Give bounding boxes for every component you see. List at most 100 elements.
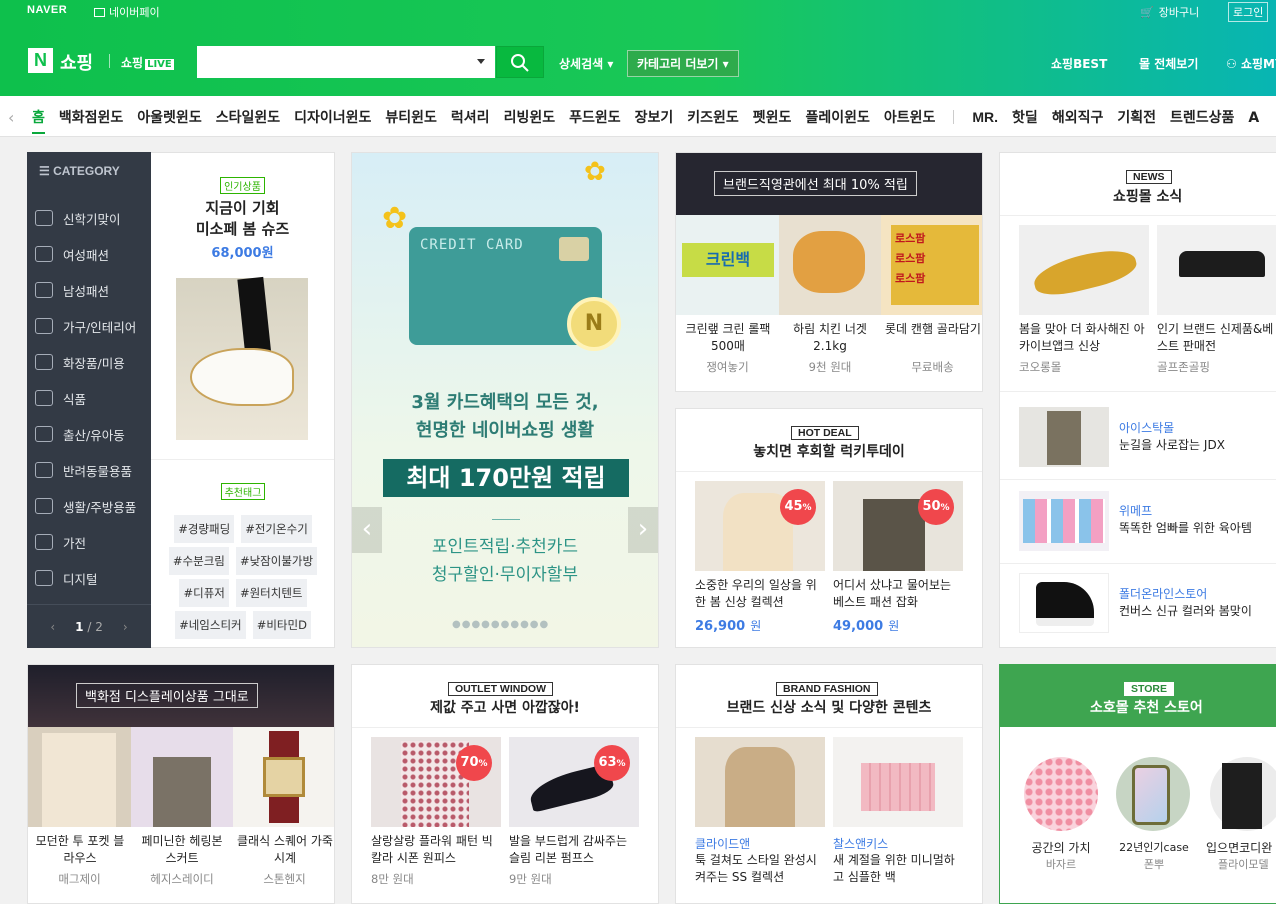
nav-item[interactable]: 스타일윈도 xyxy=(216,110,280,126)
nav-item[interactable]: 뷰티윈도 xyxy=(385,110,437,126)
nav-item[interactable]: 플레이윈도 xyxy=(805,110,869,126)
nav-item[interactable]: 핫딜 xyxy=(1012,110,1038,126)
nav-item[interactable]: 펫윈도 xyxy=(753,110,792,126)
card-benefit-banner[interactable]: ✿ ✿ CREDIT CARD N 3월 카드혜택의 모든 것, 현명한 네이버쇼… xyxy=(351,152,659,648)
tag-item[interactable]: #전기온수기 xyxy=(241,515,312,543)
product-image[interactable] xyxy=(28,727,131,827)
category-item[interactable]: 출산/유아동 xyxy=(27,416,151,452)
shop-name[interactable]: 찰스앤키스 xyxy=(833,835,888,852)
product-image[interactable] xyxy=(695,737,825,827)
product-name[interactable]: 살랑살랑 플라워 패턴 빅 칼라 시폰 원피스 xyxy=(371,833,503,867)
category-more-button[interactable]: 카테고리 더보기 ▾ xyxy=(627,50,739,77)
nav-item[interactable]: 아트윈도 xyxy=(884,110,936,126)
nav-item[interactable]: 장보기 xyxy=(635,110,674,126)
search-input[interactable] xyxy=(197,46,495,78)
news-item-name[interactable]: 봄을 맞아 더 화사해진 아카이브앱크 신상 xyxy=(1019,321,1149,355)
nav-item[interactable]: 리빙윈도 xyxy=(504,110,556,126)
store-image[interactable] xyxy=(1210,757,1276,831)
product-desc[interactable]: 소중한 우리의 일상을 위한 봄 신상 컬렉션 xyxy=(695,577,827,611)
product-name[interactable]: 하림 치킨 너겟 2.1kg xyxy=(783,321,877,355)
category-item[interactable]: 신학기맞이 xyxy=(27,200,151,236)
nav-item[interactable]: 아울렛윈도 xyxy=(137,110,201,126)
store-name[interactable]: 입으면코디완 xyxy=(1206,839,1276,856)
nav-item[interactable]: 트렌드상품 xyxy=(1170,110,1234,126)
nav-item[interactable]: 기획전 xyxy=(1117,110,1156,126)
product-image[interactable] xyxy=(1019,225,1149,315)
prev-slide-button[interactable]: ‹ xyxy=(352,507,382,553)
next-slide-button[interactable]: › xyxy=(628,507,658,553)
chevron-left-icon[interactable]: ‹ xyxy=(8,108,14,127)
product-image[interactable] xyxy=(1157,225,1276,315)
mall-all-link[interactable]: 몰 전체보기 xyxy=(1139,55,1198,72)
shop-name[interactable]: 아이스탁몰 xyxy=(1119,419,1174,436)
category-item[interactable]: 가구/인테리어 xyxy=(27,308,151,344)
product-name[interactable]: 클래식 스퀘어 가죽 시계 xyxy=(237,833,333,867)
slide-indicator[interactable]: ●●●●●●●●●● xyxy=(452,619,549,630)
product-image[interactable] xyxy=(1019,573,1109,633)
product-image[interactable]: 로스팜 로스팜 로스팜 xyxy=(881,215,982,315)
search-button[interactable] xyxy=(496,46,544,78)
naverpay-link[interactable]: 네이버페이 xyxy=(94,4,160,20)
shop-name[interactable]: 위메프 xyxy=(1119,502,1152,519)
shopping-my-link[interactable]: ⚇ 쇼핑MY xyxy=(1226,55,1276,72)
product-image[interactable] xyxy=(833,737,963,827)
nav-item[interactable]: 푸드윈도 xyxy=(569,110,621,126)
tag-item[interactable]: #원터치텐트 xyxy=(235,579,307,607)
category-item[interactable]: 여성패션 xyxy=(27,236,151,272)
product-image[interactable] xyxy=(131,727,233,827)
category-item[interactable]: 반려동물용품 xyxy=(27,452,151,488)
product-image[interactable] xyxy=(1019,491,1109,551)
product-name[interactable]: 모던한 투 포켓 블라우스 xyxy=(32,833,128,867)
nav-item[interactable]: 백화점윈도 xyxy=(59,110,123,126)
nav-item[interactable]: 키즈윈도 xyxy=(687,110,739,126)
tag-item[interactable]: #수분크림 xyxy=(168,547,229,575)
shopping-logo-text[interactable]: 쇼핑 xyxy=(60,49,93,75)
product-name[interactable]: 롯데 캔햄 골라담기 xyxy=(885,321,981,338)
chevron-right-icon[interactable]: › xyxy=(123,620,128,634)
naver-logo[interactable]: N xyxy=(28,48,53,73)
nav-item-mr[interactable]: MR. xyxy=(972,109,998,125)
product-image[interactable] xyxy=(1019,407,1109,467)
cart-link[interactable]: 🛒 장바구니 xyxy=(1140,4,1199,20)
popular-product-card[interactable]: 인기상품 지금이 기회 미소페 봄 슈즈 68,000원 추천태그 #경량패딩 #… xyxy=(151,152,335,648)
product-name[interactable]: 발을 부드럽게 감싸주는 슬림 리본 펌프스 xyxy=(509,833,641,867)
login-button[interactable]: 로그인 xyxy=(1228,2,1269,22)
category-item[interactable]: 식품 xyxy=(27,380,151,416)
nav-item[interactable]: 해외직구 xyxy=(1052,110,1104,126)
news-item-name[interactable]: 인기 브랜드 신제품&베스트 판매전 xyxy=(1157,321,1276,355)
chevron-down-icon[interactable] xyxy=(477,59,485,68)
store-image[interactable] xyxy=(1024,757,1098,831)
naver-link[interactable]: NAVER xyxy=(27,4,67,16)
brand-fashion-title: 브랜드 신상 소식 및 다양한 콘텐츠 xyxy=(726,700,932,716)
brand-store-card: 브랜드직영관에선 최대 10% 적립 크린백 로스팜 로스팜 로스팜 크린랲 크린 … xyxy=(675,152,983,392)
product-name[interactable]: 페미닌한 헤링본 스커트 xyxy=(135,833,229,867)
shopping-live-link[interactable]: 쇼핑 LIVE xyxy=(121,54,174,71)
product-image[interactable]: 크린백 xyxy=(676,215,779,315)
shopping-best-link[interactable]: 쇼핑BEST xyxy=(1051,55,1107,72)
store-name[interactable]: 22년인기case xyxy=(1104,839,1204,855)
tag-item[interactable]: #네임스티커 xyxy=(175,611,246,639)
category-item[interactable]: 디지털 xyxy=(27,560,151,596)
nav-item[interactable]: A xyxy=(1248,110,1259,126)
tag-item[interactable]: #낮잠이불가방 xyxy=(235,547,318,575)
category-item[interactable]: 생활/주방용품 xyxy=(27,488,151,524)
tag-item[interactable]: #경량패딩 xyxy=(174,515,235,543)
product-image[interactable] xyxy=(233,727,334,827)
store-image[interactable] xyxy=(1116,757,1190,831)
shop-name[interactable]: 폴더온라인스토어 xyxy=(1119,585,1207,602)
product-desc[interactable]: 어디서 샀냐고 물어보는 베스트 패션 잡화 xyxy=(833,577,965,611)
chevron-left-icon[interactable]: ‹ xyxy=(50,620,55,634)
nav-item-home[interactable]: 홈 xyxy=(32,110,45,134)
category-item[interactable]: 남성패션 xyxy=(27,272,151,308)
product-name[interactable]: 크린랲 크린 롤팩 500매 xyxy=(680,321,776,355)
nav-item[interactable]: 럭셔리 xyxy=(451,110,490,126)
tag-item[interactable]: #디퓨저 xyxy=(179,579,229,607)
advanced-search-link[interactable]: 상세검색 ▾ xyxy=(559,55,613,72)
product-image[interactable] xyxy=(779,215,881,315)
category-item[interactable]: 가전 xyxy=(27,524,151,560)
divider xyxy=(109,54,110,68)
nav-item[interactable]: 디자이너윈도 xyxy=(294,110,371,126)
category-item[interactable]: 화장품/미용 xyxy=(27,344,151,380)
shop-name[interactable]: 클라이드앤 xyxy=(695,835,750,852)
tag-item[interactable]: #비타민D xyxy=(252,611,311,639)
